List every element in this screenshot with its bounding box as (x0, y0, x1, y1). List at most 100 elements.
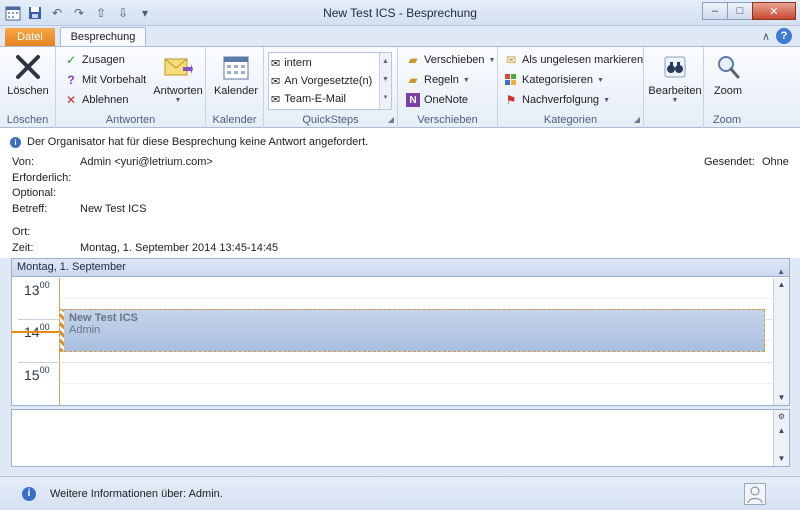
zoom-button[interactable]: Zoom (706, 51, 750, 97)
event-title: New Test ICS (69, 312, 138, 324)
forward-envelope-icon: ✉ (271, 75, 281, 88)
group-editing: Bearbeiten ▼ (644, 47, 704, 128)
respond-envelope-icon (162, 51, 194, 83)
scroll-up-arrow[interactable]: ▲ (774, 278, 789, 292)
group-label-quicksteps: QuickSteps (302, 114, 359, 126)
hour-divider (18, 319, 58, 320)
info-icon: i (10, 136, 21, 148)
calendar-icon (220, 51, 252, 83)
group-label-zoom: Zoom (712, 114, 742, 126)
time-column: 1300 1400 1500 (12, 278, 60, 405)
tags-launcher-icon[interactable]: ◢ (634, 115, 640, 124)
edit-dropdown-arrow: ▼ (671, 97, 679, 104)
help-button[interactable]: ? (776, 28, 792, 44)
categorize-button[interactable]: Kategorisieren ▼ (504, 71, 604, 89)
delete-button[interactable]: Löschen (6, 51, 50, 97)
day-header-label: Montag, 1. September (17, 261, 126, 273)
rules-button[interactable]: ▰ Regeln ▼ (406, 71, 470, 89)
scroll-down-arrow[interactable]: ▼ (774, 391, 789, 405)
follow-up-button[interactable]: ⚑ Nachverfolgung ▼ (504, 91, 610, 109)
group-label-delete: Löschen (6, 114, 49, 126)
categorize-label: Kategorisieren (522, 74, 593, 86)
quicksteps-launcher-icon[interactable]: ◢ (388, 115, 394, 124)
hour-divider (18, 362, 58, 363)
tab-file[interactable]: Datei (5, 28, 55, 47)
unread-envelope-icon: ✉ (505, 53, 517, 67)
scroll-down-arrow[interactable]: ▼ (774, 452, 789, 466)
sent-label: Gesendet: (704, 156, 755, 168)
body-options-icon[interactable]: ⚙ (774, 410, 789, 424)
scroll-up-arrow[interactable]: ▲ (774, 424, 789, 438)
decline-x-icon: ✕ (65, 93, 77, 107)
info-icon: i (22, 487, 36, 501)
group-label-calendar: Kalender (212, 114, 257, 126)
quickstep-item[interactable]: ✉ An Vorgesetzte(n) (271, 72, 372, 90)
zoom-label: Zoom (713, 85, 743, 97)
meeting-event[interactable]: New Test ICS Admin (59, 309, 765, 352)
quickstep-item[interactable]: ✉ Team-E-Mail (271, 90, 346, 108)
half-hour-line (61, 298, 773, 299)
binoculars-icon (659, 51, 691, 83)
people-pane-text[interactable]: Weitere Informationen über: Admin. (50, 488, 223, 500)
quickstep-label: intern (284, 57, 312, 69)
calendar-day-header: Montag, 1. September ▲ (12, 259, 789, 277)
optional-label: Optional: (12, 187, 57, 199)
envelope-icon: ✉ (271, 57, 281, 70)
edit-button[interactable]: Bearbeiten ▼ (646, 51, 704, 104)
quickstep-item[interactable]: ✉ intern (271, 54, 312, 72)
person-icon (747, 486, 763, 504)
from-value[interactable]: Admin <yuri@letrium.com> (80, 156, 213, 168)
quicksteps-scrollbar[interactable]: ▲ ▼ ▾ (379, 53, 391, 109)
edit-label: Bearbeiten (648, 85, 702, 97)
delete-label: Löschen (7, 85, 49, 97)
body-scrollbar[interactable]: ⚙ ▲ ▼ (773, 410, 789, 466)
window-controls: – □ ✕ (702, 2, 796, 20)
group-label-tags: Kategorien (543, 114, 598, 126)
mark-unread-button[interactable]: ✉ Als ungelesen markieren (504, 51, 643, 69)
window-title: New Test ICS - Besprechung (323, 6, 477, 20)
group-zoom: Zoom Zoom (704, 47, 750, 128)
group-respond: ✓ Zusagen ? Mit Vorbehalt ✕ Ablehnen Ant… (56, 47, 206, 128)
accept-button[interactable]: ✓ Zusagen (64, 51, 125, 69)
quicksteps-gallery: ✉ intern ✉ An Vorgesetzte(n) ✉ Team-E-Ma… (268, 52, 392, 110)
rules-label: Regeln (424, 74, 459, 86)
respond-dropdown-arrow: ▼ (174, 97, 182, 104)
tentative-label: Mit Vorbehalt (82, 74, 147, 86)
mark-unread-label: Als ungelesen markieren (522, 54, 644, 66)
categorize-icon (504, 73, 518, 87)
follow-up-label: Nachverfolgung (522, 94, 600, 106)
calendar-scrollbar[interactable]: ▲ ▼ (773, 278, 789, 405)
onenote-button[interactable]: N OneNote (406, 91, 468, 109)
minimize-ribbon-button[interactable]: ∧ (762, 30, 770, 43)
tab-meeting[interactable]: Besprechung (60, 27, 146, 48)
message-header: i Der Organisator hat für diese Besprech… (0, 128, 800, 258)
maximize-button[interactable]: □ (727, 2, 753, 20)
message-body[interactable]: ⚙ ▲ ▼ (11, 409, 790, 467)
decline-label: Ablehnen (82, 94, 129, 106)
accept-label: Zusagen (82, 54, 125, 66)
group-label-move: Verschieben (417, 114, 478, 126)
group-tags: ✉ Als ungelesen markieren Kategorisieren… (498, 47, 644, 128)
location-label: Ort: (12, 226, 31, 238)
calendar-button[interactable]: Kalender (212, 51, 260, 97)
hour-label: 1500 (24, 365, 50, 383)
half-hour-line (61, 383, 773, 384)
move-button[interactable]: ▰ Verschieben ▼ (406, 51, 495, 69)
people-pane: i Weitere Informationen über: Admin. (0, 476, 800, 510)
close-button[interactable]: ✕ (752, 2, 796, 20)
avatar[interactable] (744, 483, 766, 505)
check-icon: ✓ (65, 53, 77, 67)
decline-button[interactable]: ✕ Ablehnen (64, 91, 129, 109)
tentative-button[interactable]: ? Mit Vorbehalt (64, 71, 146, 89)
chevron-down-icon: ▼ (462, 76, 470, 84)
ribbon: Löschen Löschen ✓ Zusagen ? Mit Vorbehal… (0, 46, 800, 128)
subject-value: New Test ICS (80, 203, 147, 215)
respond-button[interactable]: Antworten ▼ (150, 51, 206, 104)
group-label-respond: Antworten (105, 114, 156, 126)
hour-label: 1300 (24, 280, 50, 298)
team-mail-icon: ✉ (271, 93, 281, 106)
rules-icon: ▰ (408, 73, 418, 87)
move-folder-icon: ▰ (408, 53, 418, 67)
minimize-button[interactable]: – (702, 2, 728, 20)
group-delete: Löschen Löschen (0, 47, 56, 128)
